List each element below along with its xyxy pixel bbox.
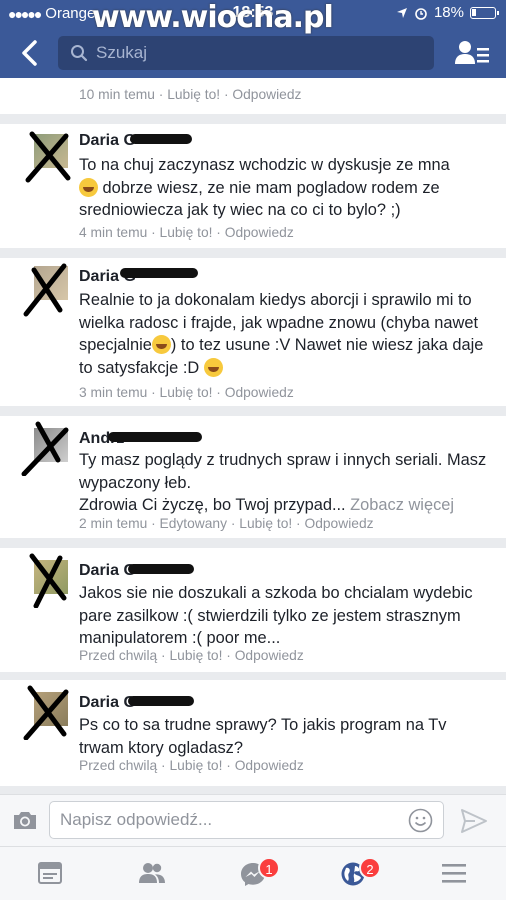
like-button[interactable]: Lubię to! [167,87,220,102]
comment-meta: 3 min temu · Lubię to! · Odpowiedz [79,385,294,400]
battery-icon [470,6,499,19]
camera-icon[interactable] [12,809,38,831]
news-feed-icon [38,862,62,884]
name-censor-scribble [120,268,198,278]
comment-time[interactable]: 3 min temu [79,385,147,400]
comment-item: Daria G Ps co to sa trudne sprawy? To ja… [0,680,506,786]
comment-meta: Przed chwilą · Lubię to! · Odpowiedz [79,758,304,773]
back-button[interactable] [16,36,44,70]
battery-percent: 18% [433,4,464,21]
comment-text: To na chuj zaczynasz wchodzic w dyskusje… [79,154,494,222]
comment-text: Realnie to ja dokonalam kiedys aborcji i… [79,289,494,379]
comment-time[interactable]: 4 min temu [79,225,147,240]
notifications-badge: 2 [359,857,381,879]
reply-composer [0,794,506,846]
like-button[interactable]: Lubię to! [169,648,222,663]
location-arrow-icon [396,7,407,18]
reply-input-box[interactable] [49,801,444,839]
comment-text: Ty masz poglądy z trudnych spraw i innyc… [79,449,494,517]
emoji-picker-icon[interactable] [408,808,433,833]
search-input[interactable] [96,43,396,63]
friend-requests-button[interactable] [452,36,494,70]
cross-out-mark [21,421,69,476]
laughing-emoji-icon [151,335,171,354]
like-button[interactable]: Lubię to! [239,516,292,531]
top-navigation-bar: ●●●●● Orange 18:53 18% www.wiocha.pl [0,0,506,78]
comment-time[interactable]: Przed chwilą [79,758,157,773]
tab-messenger[interactable]: 1 [202,847,303,900]
comment-meta: Przed chwilą · Lubię to! · Odpowiedz [79,648,304,663]
friends-icon [139,863,165,883]
laughing-emoji-icon [79,177,98,197]
reply-button[interactable]: Odpowiedz [235,758,304,773]
comment-meta: 10 min temu · Lubię to! · Odpowiedz [79,87,302,102]
comment-text: Ps co to sa trudne sprawy? To jakis prog… [79,716,447,757]
reply-input[interactable] [60,810,400,830]
hamburger-menu-icon [442,864,466,883]
like-button[interactable]: Lubię to! [169,758,222,773]
reply-button[interactable]: Odpowiedz [225,385,294,400]
comment-meta: 2 min temu · Edytowany · Lubię to! · Odp… [79,516,374,531]
name-censor-scribble [128,696,194,706]
comment-time[interactable]: Przed chwilą [79,648,157,663]
cross-out-mark [29,553,67,608]
cross-out-mark [23,263,67,317]
tab-friends[interactable] [101,847,202,900]
name-censor-scribble [128,564,194,574]
comment-time[interactable]: 2 min temu [79,516,147,531]
search-bar[interactable] [58,36,434,70]
laughing-emoji-icon [203,357,223,377]
comment-author[interactable]: Daria G [79,562,136,580]
like-button[interactable]: Lubię to! [160,225,213,240]
bottom-tab-bar: 1 2 [0,846,506,900]
comment-item: Daria G To na chuj zaczynasz wchodzic w … [0,124,506,248]
comment-meta: 4 min temu · Lubię to! · Odpowiedz [79,225,294,240]
chevron-left-icon [22,40,37,66]
reply-button[interactable]: Odpowiedz [225,225,294,240]
like-button[interactable]: Lubię to! [160,385,213,400]
watermark: www.wiocha.pl [92,0,334,35]
comment-item: Daria G Jakos sie nie doszukali a szkoda… [0,548,506,672]
comment-item: 10 min temu · Lubię to! · Odpowiedz [0,78,506,114]
search-icon [71,45,88,62]
edited-label[interactable]: Edytowany [160,516,228,531]
name-censor-scribble [108,432,202,442]
comment-text-part: dobrze wiesz, ze nie mam pogladow rodem … [79,178,440,220]
comment-item: Andrz Ty masz poglądy z trudnych spraw i… [0,416,506,538]
comment-text: Jakos sie nie doszukali a szkoda bo chci… [79,584,473,647]
messenger-badge: 1 [258,857,280,879]
comment-thread: 10 min temu · Lubię to! · Odpowiedz Dari… [0,78,506,794]
tab-menu[interactable] [404,847,505,900]
status-right: 18% [396,4,499,21]
tab-notifications[interactable]: 2 [303,847,404,900]
reply-button[interactable]: Odpowiedz [304,516,373,531]
reply-button[interactable]: Odpowiedz [235,648,304,663]
comment-author[interactable]: Daria G [79,694,136,712]
comment-text-part: To na chuj zaczynasz wchodzic w dyskusje… [79,156,450,174]
comment-time[interactable]: 10 min temu [79,87,155,102]
send-icon[interactable] [460,808,488,834]
name-censor-scribble [130,134,192,144]
cross-out-mark [23,685,69,740]
alarm-clock-icon [415,7,427,20]
comment-item: Daria G Realnie to ja dokonalam kiedys a… [0,258,506,406]
person-list-icon [455,41,489,64]
tab-news-feed[interactable] [0,847,101,900]
comment-author[interactable]: Daria G [79,132,136,150]
reply-button[interactable]: Odpowiedz [232,87,301,102]
cross-out-mark [25,131,71,183]
see-more-link[interactable]: Zobacz więcej [350,496,454,514]
